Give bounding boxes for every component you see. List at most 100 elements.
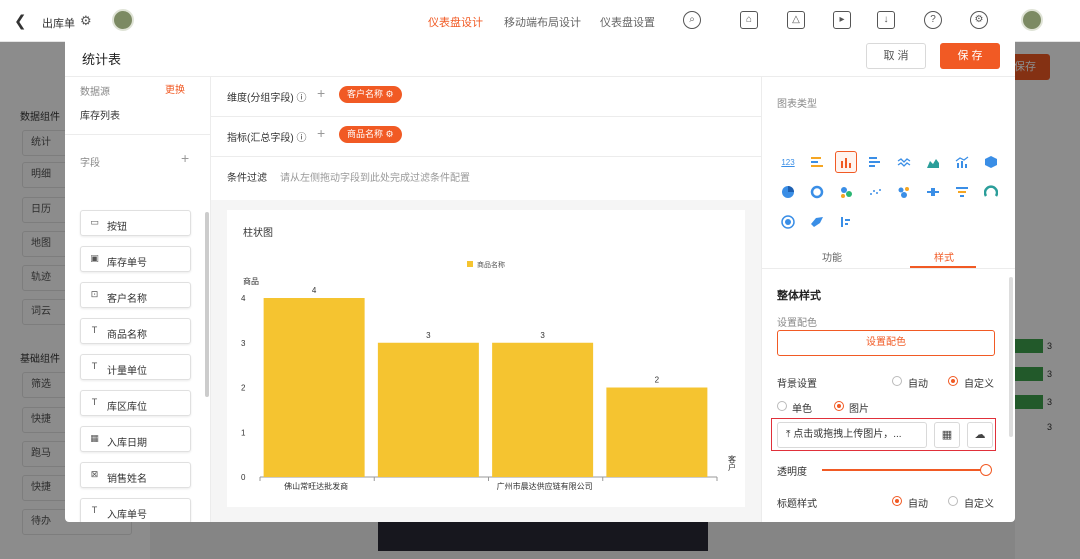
y-tick-label: 2	[241, 384, 246, 393]
radio-title-custom[interactable]	[948, 496, 958, 506]
chart-type-line-bar-icon[interactable]	[951, 151, 973, 173]
customer-icon: ⊡	[90, 289, 99, 299]
chart-type-line-icon[interactable]	[893, 151, 915, 173]
home-icon[interactable]: ⌂	[740, 11, 758, 29]
field-item[interactable]: T 库区库位	[80, 390, 191, 416]
datasource-label: 数据源	[80, 87, 110, 98]
metric-row: 指标(汇总字段) ⓘ + 商品名称 ⚙	[211, 117, 761, 157]
settings-icon[interactable]: ⚙	[970, 11, 988, 29]
chart-type-cube-icon[interactable]	[980, 151, 1002, 173]
field-item[interactable]: T 入库单号	[80, 498, 191, 522]
field-label: 客户名称	[107, 294, 147, 305]
radio-bg-auto[interactable]	[892, 376, 902, 386]
chart-type-gauge-icon[interactable]	[980, 181, 1002, 203]
filter-row[interactable]: 条件过滤 请从左侧拖动字段到此处完成过滤条件配置	[211, 157, 761, 197]
shirt-icon[interactable]: △	[787, 11, 805, 29]
tab-dashboard-design[interactable]: 仪表盘设计	[428, 14, 483, 30]
settings-icon[interactable]: ⚙	[386, 129, 394, 139]
user-avatar[interactable]	[1021, 9, 1043, 31]
metric-chip[interactable]: 商品名称 ⚙	[339, 126, 402, 143]
field-label: 入库日期	[107, 438, 147, 449]
field-scrollbar[interactable]	[205, 212, 209, 397]
field-item[interactable]: T 计量单位	[80, 354, 191, 380]
tab-dashboard-settings[interactable]: 仪表盘设置	[600, 14, 655, 30]
download-icon[interactable]: ↓	[877, 11, 895, 29]
radio-solid[interactable]	[777, 401, 787, 411]
gear-icon[interactable]: ⚙	[80, 13, 92, 29]
overall-style-heading: 整体样式	[777, 290, 821, 302]
set-color-button[interactable]: 设置配色	[777, 330, 995, 356]
change-datasource-link[interactable]: 更换	[165, 81, 185, 96]
chart-type-area-icon[interactable]	[922, 151, 944, 173]
opacity-slider-track[interactable]	[822, 469, 987, 471]
chart-type-ring-icon[interactable]	[806, 181, 828, 203]
radio-title-auto[interactable]	[892, 496, 902, 506]
bar-chart: 商品名称商品 0 1 2 3 4 4 佛山常旺达批发商 3 3 广州市晨达供应链有限公司 2 客户	[241, 260, 737, 491]
search-icon[interactable]: ⌕	[683, 11, 701, 29]
image-library-button[interactable]: ☁	[967, 422, 993, 448]
chart-type-bubble-icon[interactable]	[893, 181, 915, 203]
chart-type-radar-icon[interactable]	[777, 211, 799, 233]
y-tick-label: 1	[241, 428, 246, 437]
cancel-button[interactable]: 取 消	[866, 43, 926, 69]
chart-type-map-icon[interactable]	[806, 211, 828, 233]
field-item[interactable]: ▦ 入库日期	[80, 426, 191, 452]
field-label: 库存单号	[107, 258, 147, 269]
field-item[interactable]: ⊠ 销售姓名	[80, 462, 191, 488]
field-item[interactable]: ▣ 库存单号	[80, 246, 191, 272]
save-button[interactable]: 保 存	[940, 43, 1000, 69]
dimension-chip[interactable]: 客户名称 ⚙	[339, 86, 402, 103]
chart-type-bar-horizontal-icon[interactable]	[806, 151, 828, 173]
tab-style[interactable]: 样式	[934, 249, 954, 264]
add-metric-icon[interactable]: +	[317, 125, 325, 141]
chart-type-bar-chart-icon[interactable]	[835, 151, 857, 173]
chart-preview-area: 商品名称 商品 0 1 2 3 4 4 佛山常旺达批发商 3 3 广州市晨达供应链有限公司 2 客户 柱状…	[211, 200, 761, 522]
chart-type-number-icon[interactable]: 123	[777, 151, 799, 173]
background-setting-label: 背景设置	[777, 379, 817, 390]
radio-image[interactable]	[834, 401, 844, 411]
field-item[interactable]: ▭ 按钮	[80, 210, 191, 236]
gauge-icon	[984, 185, 998, 197]
settings-icon[interactable]: ⚙	[386, 89, 394, 99]
qr-code-button[interactable]: ▦	[934, 422, 960, 448]
radio-title-auto-label: 自动	[908, 499, 928, 510]
add-field-icon[interactable]: +	[181, 150, 189, 166]
add-dimension-icon[interactable]: +	[317, 85, 325, 101]
field-label: 计量单位	[107, 366, 147, 377]
megaphone-icon[interactable]: ▸	[833, 11, 851, 29]
avatar[interactable]	[112, 9, 134, 31]
y-axis-label: 商品	[243, 276, 259, 286]
panel-scrollbar[interactable]	[1009, 277, 1013, 437]
chart-type-waterfall-icon[interactable]	[835, 211, 857, 233]
chevron-left-icon[interactable]: ❮	[14, 12, 27, 30]
chart-type-pie-icon[interactable]	[777, 181, 799, 203]
radio-bg-custom[interactable]	[948, 376, 958, 386]
pie-icon	[782, 186, 794, 198]
bar	[606, 387, 708, 477]
title-style-label: 标题样式	[777, 499, 817, 510]
chart-type-rose-icon[interactable]	[922, 181, 944, 203]
legend-label: 商品名称	[477, 260, 505, 269]
dialog-header: 统计表 取 消 保 存	[65, 37, 1015, 77]
dimension-label: 维度(分组字段) ⓘ	[227, 93, 307, 104]
chart-card: 商品名称 商品 0 1 2 3 4 4 佛山常旺达批发商 3 3 广州市晨达供应链有限公司 2 客户 柱状…	[227, 210, 745, 507]
help-icon[interactable]: ⓘ	[296, 93, 306, 104]
field-item[interactable]: ⊡ 客户名称	[80, 282, 191, 308]
chart-type-scatter-pie-icon[interactable]	[835, 181, 857, 203]
chart-type-bar-stacked-icon[interactable]	[864, 151, 886, 173]
dimension-row: 维度(分组字段) ⓘ + 客户名称 ⚙	[211, 77, 761, 117]
metric-label: 指标(汇总字段) ⓘ	[227, 133, 307, 144]
text-icon: T	[91, 361, 98, 371]
chart-type-dot-icon[interactable]	[864, 181, 886, 203]
opacity-slider-handle[interactable]	[980, 464, 992, 476]
bar-value-label: 3	[540, 331, 545, 340]
help-icon[interactable]: ?	[924, 11, 942, 29]
help-icon[interactable]: ⓘ	[296, 133, 306, 144]
field-item[interactable]: T 商品名称	[80, 318, 191, 344]
x-tick-label: 广州市晨达供应链有限公司	[497, 481, 593, 491]
tab-function[interactable]: 功能	[822, 249, 842, 264]
chart-type-funnel-icon[interactable]	[951, 181, 973, 203]
bar	[492, 342, 594, 477]
upload-image-button[interactable]: ⤒ 点击或拖拽上传图片，...	[777, 422, 927, 448]
tab-mobile-layout[interactable]: 移动端布局设计	[504, 14, 581, 30]
